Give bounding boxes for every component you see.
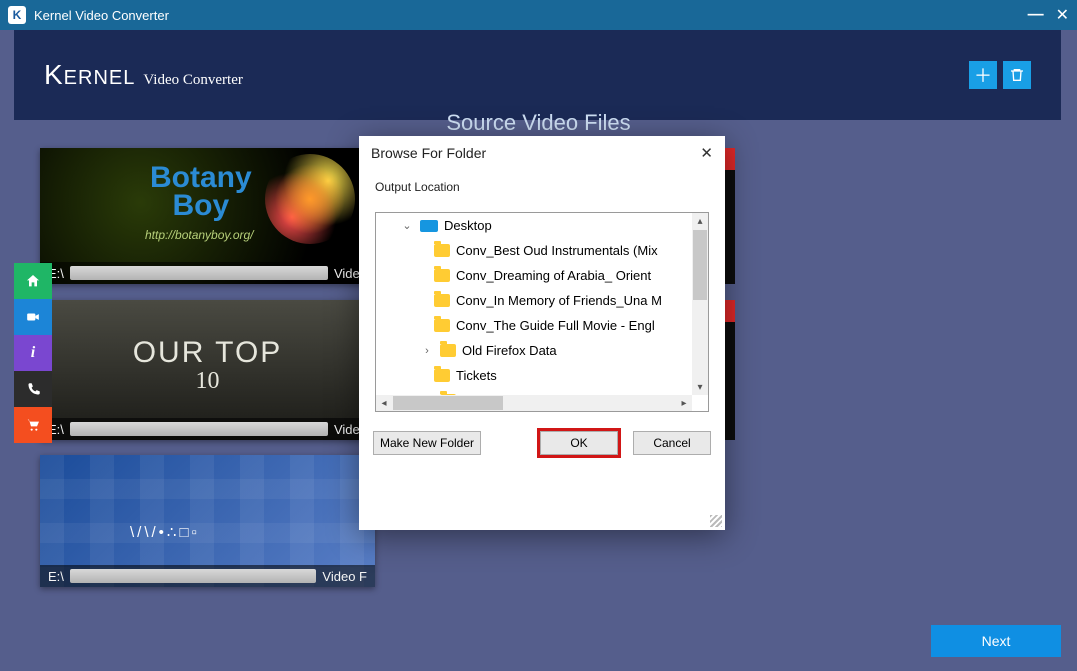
video-tile[interactable]: \/\/•∴□▫ E:\ Video F	[40, 455, 375, 587]
resize-grip-icon[interactable]	[710, 515, 722, 527]
path-drive: E:\	[48, 569, 64, 584]
path-blur	[70, 422, 328, 436]
dialog-close-button[interactable]: ✕	[700, 144, 713, 162]
collapse-icon[interactable]: ⌄	[400, 219, 414, 232]
scroll-up-icon[interactable]: ▴	[692, 213, 708, 229]
dialog-titlebar[interactable]: Browse For Folder ✕	[359, 136, 725, 170]
minimize-button[interactable]: —	[1028, 6, 1044, 24]
tree-row[interactable]: Conv_The Guide Full Movie - Engl	[376, 313, 692, 338]
tree-label: Old Firefox Data	[462, 343, 557, 358]
desktop-icon	[420, 220, 438, 232]
tree-row[interactable]: Tickets	[376, 363, 692, 388]
folder-icon	[434, 294, 450, 307]
path-blur	[70, 266, 328, 280]
sidebar: i	[14, 263, 52, 443]
vertical-scrollbar[interactable]: ▴ ▾	[692, 213, 708, 395]
thumbnail-overlay: \/\/•∴□▫	[130, 523, 200, 541]
path-suffix: Video F	[322, 569, 367, 584]
tile-path: E:\ Video	[40, 418, 375, 440]
app-title: Kernel Video Converter	[34, 8, 169, 23]
home-icon[interactable]	[14, 263, 52, 299]
scroll-thumb[interactable]	[693, 230, 707, 300]
ok-button[interactable]: OK	[540, 431, 618, 455]
video-tile[interactable]: OUR TOP 10 E:\ Video	[40, 300, 375, 440]
folder-icon	[434, 269, 450, 282]
browse-folder-dialog: Browse For Folder ✕ Output Location ⌄ De…	[359, 136, 725, 530]
phone-icon[interactable]	[14, 371, 52, 407]
next-button[interactable]: Next	[931, 625, 1061, 657]
video-icon[interactable]	[14, 299, 52, 335]
dialog-subtitle: Output Location	[359, 170, 725, 204]
video-tile[interactable]: BotanyBoy http://botanyboy.org/ E:\ Vide…	[40, 148, 375, 284]
tree-label: Tickets	[456, 368, 497, 383]
scroll-thumb[interactable]	[393, 396, 503, 410]
app-icon: K	[8, 6, 26, 24]
app-header: Kernel Video Converter ＋	[14, 30, 1061, 120]
add-file-button[interactable]: ＋	[969, 61, 997, 89]
thumbnail-title: OUR TOP	[40, 336, 375, 370]
close-button[interactable]: ✕	[1056, 5, 1069, 25]
path-blur	[70, 569, 317, 583]
tree-row[interactable]: Conv_Best Oud Instrumentals (Mix	[376, 238, 692, 263]
folder-tree[interactable]: ⌄ Desktop Conv_Best Oud Instrumentals (M…	[375, 212, 709, 412]
cancel-button[interactable]: Cancel	[633, 431, 711, 455]
brand: Kernel Video Converter	[44, 59, 243, 91]
tile-path: E:\ Video	[40, 262, 375, 284]
scroll-down-icon[interactable]: ▾	[692, 379, 708, 395]
expand-icon[interactable]: ›	[420, 345, 434, 357]
tile-path: E:\ Video F	[40, 565, 375, 587]
tree-label: Conv_Best Oud Instrumentals (Mix	[456, 243, 658, 258]
folder-icon	[440, 344, 456, 357]
delete-button[interactable]	[1003, 61, 1031, 89]
tree-row[interactable]: Conv_In Memory of Friends_Una M	[376, 288, 692, 313]
tree-row[interactable]: Conv_Dreaming of Arabia_ Orient	[376, 263, 692, 288]
make-new-folder-button[interactable]: Make New Folder	[373, 431, 481, 455]
tree-label: Desktop	[444, 218, 492, 233]
cart-icon[interactable]	[14, 407, 52, 443]
tree-label: Conv_The Guide Full Movie - Engl	[456, 318, 655, 333]
folder-icon	[434, 244, 450, 257]
tree-label: Conv_In Memory of Friends_Una M	[456, 293, 662, 308]
window-titlebar: K Kernel Video Converter — ✕	[0, 0, 1077, 30]
ok-highlight: OK	[537, 428, 621, 458]
brand-name: Kernel	[44, 59, 135, 90]
thumbnail-url: http://botanyboy.org/	[145, 228, 254, 242]
info-icon[interactable]: i	[14, 335, 52, 371]
brand-product: Video Converter	[143, 72, 243, 89]
tree-row[interactable]: ›Tor Browser	[376, 388, 692, 395]
tree-row[interactable]: ⌄ Desktop	[376, 213, 692, 238]
thumbnail-title: BotanyBoy	[150, 164, 252, 220]
scroll-right-icon[interactable]: ▸	[676, 398, 692, 409]
scroll-left-icon[interactable]: ◂	[376, 398, 392, 409]
thumbnail-subtitle: 10	[40, 368, 375, 395]
horizontal-scrollbar[interactable]: ◂ ▸	[376, 395, 692, 411]
thumbnail-art	[265, 154, 355, 244]
tree-row[interactable]: › Old Firefox Data	[376, 338, 692, 363]
folder-icon	[434, 369, 450, 382]
folder-icon	[434, 319, 450, 332]
tree-label: Conv_Dreaming of Arabia_ Orient	[456, 268, 651, 283]
section-title: Source Video Files	[0, 110, 1077, 136]
dialog-title: Browse For Folder	[371, 145, 486, 161]
